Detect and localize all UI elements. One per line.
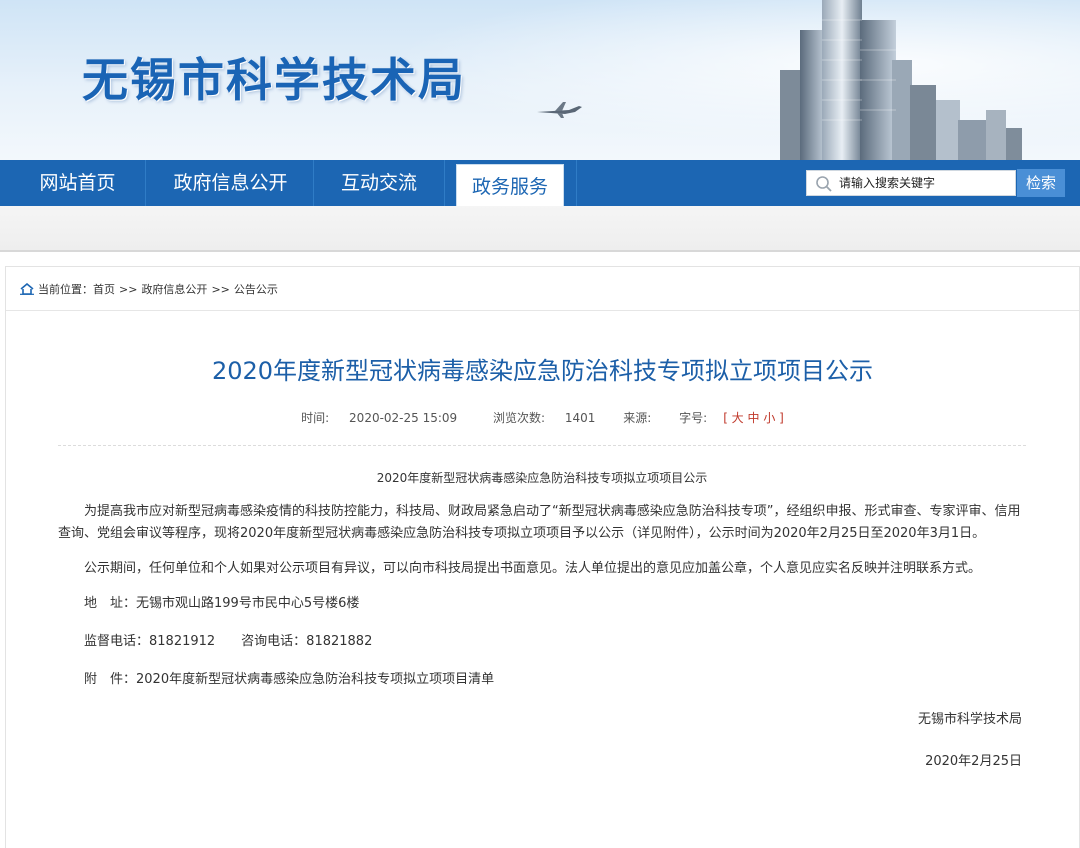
address-line: 地 址：无锡市观山路199号市民中心5号楼6楼 [84,596,360,611]
view-count-value: 1401 [564,411,596,425]
attachment-line: 附 件：2020年度新型冠状病毒感染应急防治科技专项拟立项项目清单 [58,669,1026,691]
signature-date: 2020年2月25日 [925,754,1022,769]
breadcrumb-separator: >> [211,283,230,296]
article-title: 2020年度新型冠状病毒感染应急防治科技专项拟立项项目公示 [211,357,874,385]
sub-nav-strip [0,206,1080,252]
publish-time-value: 2020-02-25 15:09 [349,411,458,425]
city-skyline-illustration [780,0,1022,160]
content-panel: 当前位置：首页 >> 政府信息公开 >> 公告公示 2020年度新型冠状病毒感染应急防治… [5,266,1080,848]
paragraph-objection: 公示期间，任何单位和个人如果对公示项目有异议，可以向市科技局提出书面意见。法人单… [84,561,982,576]
font-size-options[interactable]: [ 大 中 小 ] [723,411,784,425]
nav-divider [145,160,146,206]
nav-item-services[interactable]: 政务服务 [456,164,564,206]
attachment-label: 附 件： [84,672,137,687]
nav-item-home[interactable]: 网站首页 [0,160,155,206]
nav-divider [444,160,445,206]
home-icon [20,283,34,295]
font-size-label: 字号: [679,411,708,425]
breadcrumb-link-home[interactable]: 首页 [93,283,115,296]
publish-time-label: 时间: [301,411,330,425]
breadcrumb-link-notices[interactable]: 公告公示 [234,283,278,296]
nav-item-interaction[interactable]: 互动交流 [314,160,444,206]
publish-time: 时间: 2020-02-25 15:09 [293,411,465,425]
airplane-icon [537,102,582,118]
article-body: 2020年度新型冠状病毒感染应急防治科技专项拟立项项目公示 为提高我市应对新型冠… [58,467,1026,773]
search-input[interactable] [839,171,1013,195]
breadcrumb-link-gov-info[interactable]: 政府信息公开 [141,283,207,296]
view-count-label: 浏览次数: [493,411,546,425]
phone-line: 监督电话：81821912 咨询电话：81821882 [84,634,373,649]
attachment-link[interactable]: 2020年度新型冠状病毒感染应急防治科技专项拟立项项目清单 [136,672,494,687]
article-meta: 时间: 2020-02-25 15:09 浏览次数: 1401 来源: 字号: [… [6,409,1079,426]
signature: 无锡市科学技术局 [917,712,1022,727]
breadcrumb-separator: >> [119,283,138,296]
site-banner: 无锡市科学技术局 [0,0,1080,160]
view-count: 浏览次数: 1401 [485,411,603,425]
dashed-divider [58,445,1026,446]
nav-item-gov-info[interactable]: 政府信息公开 [148,160,313,206]
breadcrumb: 当前位置：首页 >> 政府信息公开 >> 公告公示 [20,281,278,297]
font-size-switcher: 字号: [ 大 中 小 ] [671,411,792,425]
source: 来源: [623,411,652,425]
search-icon [816,176,832,192]
search-button[interactable]: 检索 [1017,169,1065,197]
article-subtitle: 2020年度新型冠状病毒感染应急防治科技专项拟立项项目公示 [376,471,708,485]
nav-divider [576,160,577,206]
breadcrumb-prefix: 当前位置： [38,283,93,296]
site-title[interactable]: 无锡市科学技术局 [82,44,466,110]
search-box [806,170,1016,196]
paragraph-intro: 为提高我市应对新型冠病毒感染疫情的科技防控能力，科技局、财政局紧急启动了“新型冠… [58,504,1021,541]
divider [6,310,1079,311]
